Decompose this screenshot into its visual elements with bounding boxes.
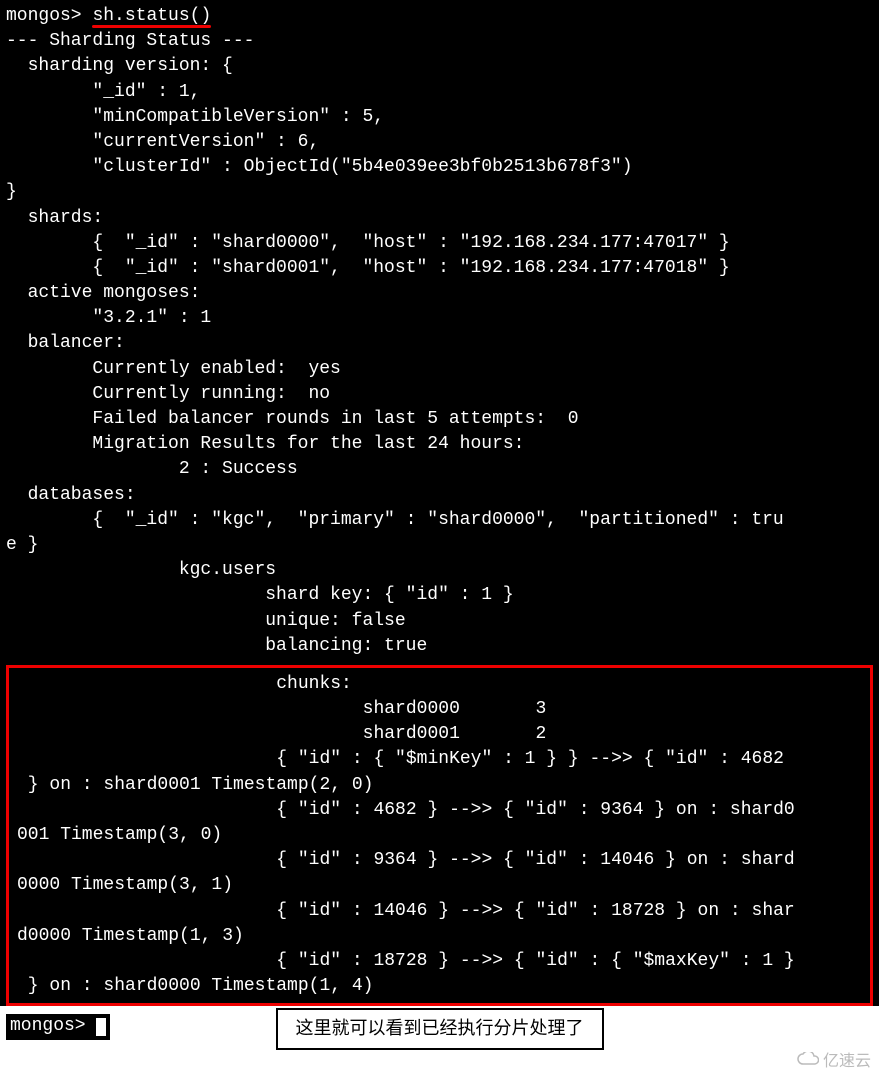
prompt: mongos> — [6, 6, 82, 26]
chunks-shard0000: shard0000 3 — [17, 699, 546, 719]
sv-close: } — [6, 182, 17, 202]
balancing: balancing: true — [6, 636, 427, 656]
annotation-callout: 这里就可以看到已经执行分片处理了 — [276, 1008, 604, 1049]
sv-id: "_id" : 1, — [6, 82, 200, 102]
chunk-range-5: { "id" : 18728 } -->> { "id" : { "$maxKe… — [17, 951, 795, 996]
bal-enabled: Currently enabled: yes — [6, 359, 341, 379]
chunks-shard0001: shard0001 2 — [17, 724, 546, 744]
callout-area: mongos> 这里就可以看到已经执行分片处理了 亿速云 — [0, 1006, 879, 1079]
sharding-version-label: sharding version: { — [6, 56, 233, 76]
shards-label: shards: — [6, 208, 103, 228]
mongoses-val: "3.2.1" : 1 — [6, 308, 211, 328]
chunks-label: chunks: — [17, 674, 352, 694]
end-prompt[interactable]: mongos> — [6, 1014, 110, 1039]
cloud-icon — [797, 1051, 819, 1073]
status-header: --- Sharding Status --- — [6, 31, 254, 51]
terminal-output: mongos> sh.status() --- Sharding Status … — [0, 0, 879, 663]
watermark: 亿速云 — [797, 1051, 871, 1073]
bal-migr-val: 2 : Success — [6, 459, 298, 479]
sv-cluster: "clusterId" : ObjectId("5b4e039ee3bf0b25… — [6, 157, 633, 177]
chunk-range-4: { "id" : 14046 } -->> { "id" : 18728 } o… — [17, 901, 795, 946]
chunk-range-2: { "id" : 4682 } -->> { "id" : 9364 } on … — [17, 800, 795, 845]
db-kgc: { "_id" : "kgc", "primary" : "shard0000"… — [6, 510, 784, 555]
chunks-output: chunks: shard0000 3 shard0001 2 { "id" :… — [11, 668, 868, 1003]
watermark-text: 亿速云 — [823, 1051, 871, 1073]
sv-cur: "currentVersion" : 6, — [6, 132, 319, 152]
bal-migr: Migration Results for the last 24 hours: — [6, 434, 524, 454]
mongoses-label: active mongoses: — [6, 283, 200, 303]
chunk-range-1: { "id" : { "$minKey" : 1 } } -->> { "id"… — [17, 749, 784, 794]
cursor-icon — [96, 1018, 106, 1036]
shard-0: { "_id" : "shard0000", "host" : "192.168… — [6, 233, 730, 253]
balancer-label: balancer: — [6, 333, 125, 353]
highlighted-chunks-box: chunks: shard0000 3 shard0001 2 { "id" :… — [6, 665, 873, 1006]
shard-key: shard key: { "id" : 1 } — [6, 585, 514, 605]
sv-min: "minCompatibleVersion" : 5, — [6, 107, 384, 127]
unique: unique: false — [6, 611, 406, 631]
bal-running: Currently running: no — [6, 384, 330, 404]
end-prompt-text: mongos> — [10, 1016, 96, 1036]
collection: kgc.users — [6, 560, 276, 580]
db-label: databases: — [6, 485, 136, 505]
chunk-range-3: { "id" : 9364 } -->> { "id" : 14046 } on… — [17, 850, 795, 895]
shard-1: { "_id" : "shard0001", "host" : "192.168… — [6, 258, 730, 278]
command-input[interactable]: sh.status() — [92, 6, 211, 26]
bal-failed: Failed balancer rounds in last 5 attempt… — [6, 409, 579, 429]
